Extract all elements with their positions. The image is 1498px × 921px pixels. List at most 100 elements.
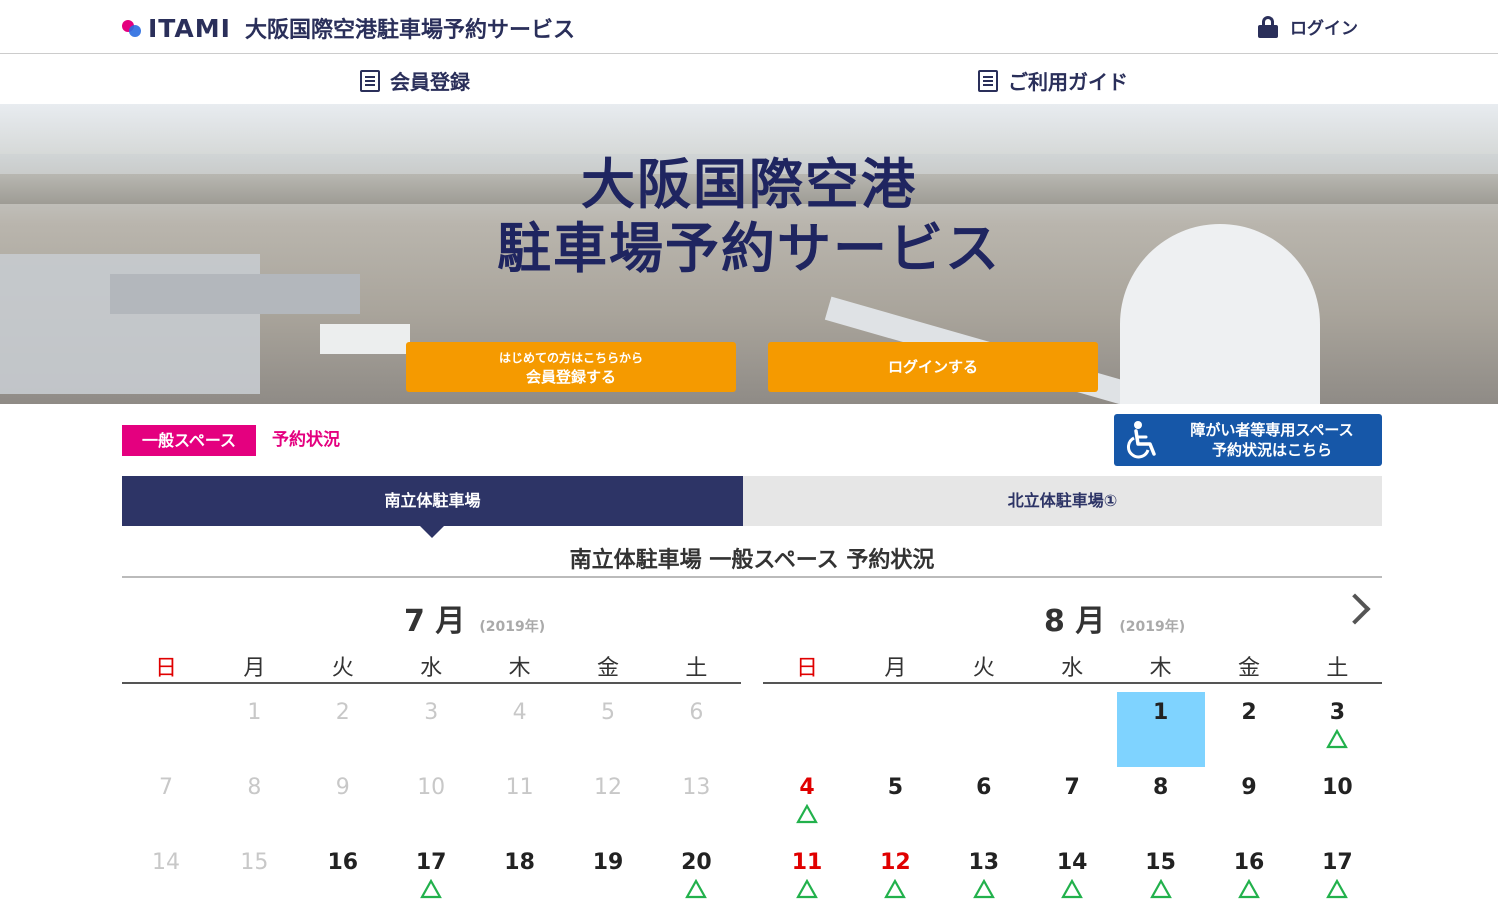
day-number: 15 xyxy=(1145,850,1176,875)
day-number: 13 xyxy=(682,775,711,800)
day-number: 1 xyxy=(1152,700,1169,725)
nav-register[interactable]: 会員登録 xyxy=(360,66,470,95)
calendar-day-cell: 15 xyxy=(210,842,298,917)
weekday-header: 火 xyxy=(331,656,354,681)
calendar-day-cell[interactable]: 5 xyxy=(851,767,939,842)
day-number: 14 xyxy=(1056,850,1088,875)
accessible-space-button[interactable]: 障がい者等専用スペース 予約状況はこちら xyxy=(1114,414,1382,466)
calendar-day-cell[interactable]: 17 xyxy=(1293,842,1381,917)
calendar-day-cell[interactable]: 8 xyxy=(1117,767,1205,842)
calendar-day-cell[interactable]: 10 xyxy=(1293,767,1381,842)
availability-triangle-icon xyxy=(420,879,443,899)
calendar-day-cell[interactable]: 4 xyxy=(763,767,851,842)
availability-triangle-icon xyxy=(884,879,907,899)
nav-guide[interactable]: ご利用ガイド xyxy=(978,66,1128,95)
login-link[interactable]: ログイン xyxy=(1258,14,1358,39)
weekday-header: 土 xyxy=(685,656,708,681)
logo-mark-icon xyxy=(122,17,144,39)
nav-register-label: 会員登録 xyxy=(390,70,470,94)
top-header: ITAMI 大阪国際空港駐車場予約サービス ログイン xyxy=(0,0,1498,54)
calendar-day-cell[interactable]: 14 xyxy=(1028,842,1116,917)
day-number: 19 xyxy=(592,850,624,875)
day-number: 9 xyxy=(1241,775,1257,800)
weekday-header: 水 xyxy=(420,656,443,681)
availability-triangle-icon xyxy=(796,879,818,899)
month-header-july: 7 月 (2019年) xyxy=(404,596,545,640)
day-number: 2 xyxy=(1241,700,1257,725)
weekday-header: 木 xyxy=(508,656,531,681)
calendar-day-cell: 4 xyxy=(476,692,564,767)
site-title: 大阪国際空港駐車場予約サービス xyxy=(244,18,575,43)
lock-icon xyxy=(1258,15,1278,38)
calendar-day-cell[interactable]: 2 xyxy=(1205,692,1293,767)
tab-north-parking[interactable]: 北立体駐車場① xyxy=(743,476,1382,526)
weekday-header: 日 xyxy=(154,656,177,681)
calendar-day-cell: 6 xyxy=(652,692,740,767)
calendar-day-cell[interactable]: 16 xyxy=(299,842,387,917)
availability-triangle-icon xyxy=(1326,729,1349,749)
day-number: 5 xyxy=(887,775,904,800)
calendar-day-cell[interactable]: 1 xyxy=(1116,692,1205,767)
day-number: 5 xyxy=(601,700,615,725)
calendar-day-cell[interactable]: 13 xyxy=(940,842,1028,917)
day-number: 8 xyxy=(247,775,262,800)
nav-guide-label: ご利用ガイド xyxy=(1008,70,1128,94)
general-space-tag: 一般スペース xyxy=(122,425,256,456)
weekday-header: 火 xyxy=(972,656,995,681)
tab-south-parking[interactable]: 南立体駐車場 xyxy=(122,476,743,526)
day-number: 11 xyxy=(505,775,534,800)
calendar-day-cell[interactable]: 11 xyxy=(763,842,851,917)
availability-triangle-icon xyxy=(1326,879,1349,899)
calendar-day-cell: 3 xyxy=(387,692,475,767)
calendar-day-cell: 13 xyxy=(652,767,740,842)
chevron-right-icon[interactable] xyxy=(1339,593,1371,625)
day-number: 18 xyxy=(504,850,535,875)
calendar-day-cell[interactable]: 7 xyxy=(1028,767,1116,842)
main-nav: 会員登録 ご利用ガイド xyxy=(0,54,1498,104)
weekday-header: 水 xyxy=(1061,656,1084,681)
weekday-header: 月 xyxy=(884,656,907,681)
calendar-day-cell[interactable]: 19 xyxy=(564,842,652,917)
calendar-day-cell: 2 xyxy=(299,692,387,767)
calendar-day-cell[interactable]: 6 xyxy=(940,767,1028,842)
day-number: 17 xyxy=(1322,850,1353,875)
calendar-day-cell[interactable]: 20 xyxy=(652,842,740,917)
day-number: 15 xyxy=(240,850,269,875)
availability-triangle-icon xyxy=(685,879,708,899)
day-number: 4 xyxy=(799,775,815,800)
availability-triangle-icon xyxy=(1238,879,1260,899)
calendar-day-cell[interactable]: 12 xyxy=(851,842,939,917)
day-number: 7 xyxy=(159,775,173,800)
day-number: 2 xyxy=(335,700,350,725)
calendar-day-cell[interactable]: 17 xyxy=(387,842,475,917)
active-tab-pointer xyxy=(420,526,444,538)
calendar-day-cell[interactable]: 3 xyxy=(1293,692,1381,767)
day-number: 10 xyxy=(417,775,446,800)
day-number: 16 xyxy=(1233,850,1265,875)
calendar-day-cell[interactable]: 15 xyxy=(1117,842,1205,917)
hero-title-line2: 駐車場予約サービス xyxy=(497,217,1001,280)
section-divider xyxy=(122,576,1382,578)
site-logo[interactable]: ITAMI 大阪国際空港駐車場予約サービス xyxy=(122,12,575,44)
weekday-header: 土 xyxy=(1326,656,1349,681)
hero-login-button[interactable]: ログインする xyxy=(768,342,1098,392)
calendar-day-cell[interactable]: 9 xyxy=(1205,767,1293,842)
day-number: 14 xyxy=(152,850,180,875)
day-number: 3 xyxy=(1329,700,1346,725)
day-number: 16 xyxy=(327,850,359,875)
calendar-day-cell: 7 xyxy=(122,767,210,842)
calendar-day-cell: 14 xyxy=(122,842,210,917)
book-icon xyxy=(978,69,998,92)
section-title: 南立体駐車場 一般スペース 予約状況 xyxy=(569,548,935,573)
calendar-day-cell: 5 xyxy=(564,692,652,767)
calendar-day-cell: 12 xyxy=(564,767,652,842)
calendar-day-cell[interactable]: 18 xyxy=(476,842,564,917)
hero-ground-vehicle xyxy=(320,324,410,354)
accessible-line2: 予約状況はこちら xyxy=(1211,441,1332,459)
day-number: 17 xyxy=(415,850,447,875)
calendar-day-cell[interactable]: 16 xyxy=(1205,842,1293,917)
day-number: 11 xyxy=(791,850,823,875)
hero-register-button[interactable]: はじめての方はこちらから 会員登録する xyxy=(406,342,736,392)
weekday-header: 金 xyxy=(596,656,619,681)
month-label: 8 月 xyxy=(1044,604,1106,639)
